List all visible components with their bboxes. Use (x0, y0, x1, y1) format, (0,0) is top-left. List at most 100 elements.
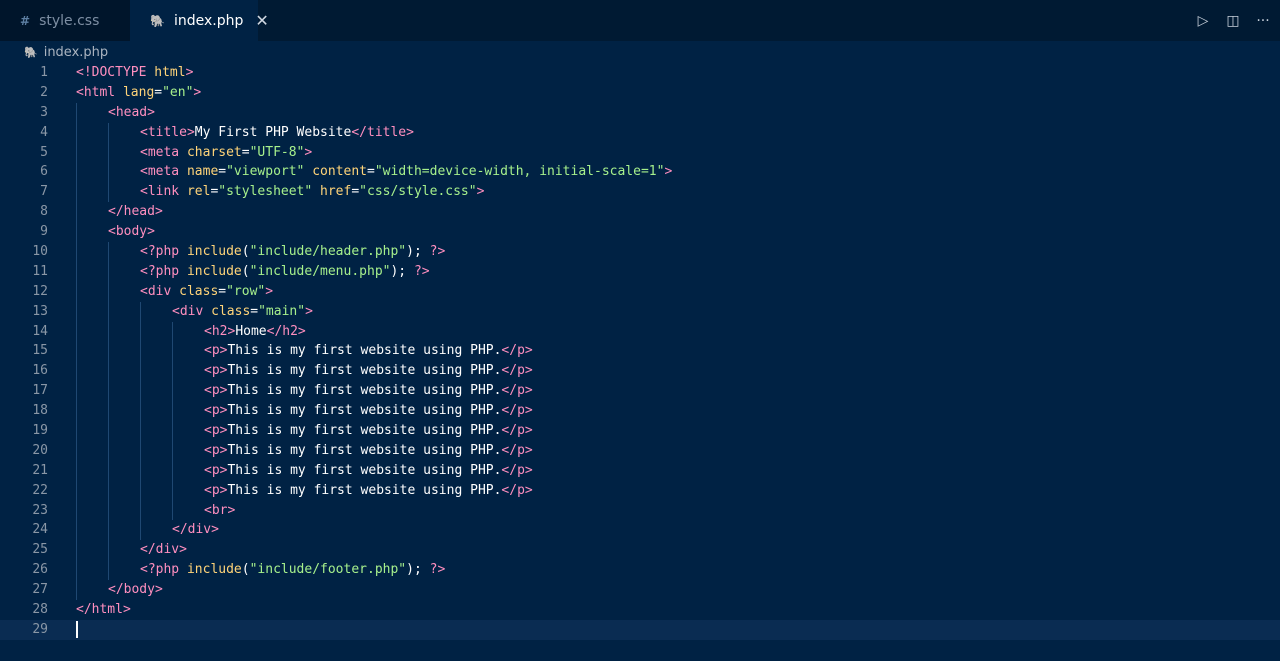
code-token: <link (140, 184, 187, 200)
code-line[interactable]: 9 <body> (0, 222, 1280, 243)
code-line[interactable]: 3 <head> (0, 102, 1280, 123)
code-text: <meta charset="UTF-8"> (140, 143, 312, 163)
code-token: This is my first website using PHP. (227, 343, 502, 359)
code-line[interactable]: 13 <div class="main"> (0, 301, 1280, 322)
indent-guide (140, 440, 141, 461)
code-token: > (664, 164, 673, 180)
code-token: "css/style.css" (359, 184, 477, 200)
indent-guide (172, 440, 173, 461)
code-token: </p> (501, 462, 533, 478)
code-line[interactable]: 26 <?php include("include/footer.php"); ?… (0, 560, 1280, 581)
code-token: </body> (108, 582, 163, 598)
code-line[interactable]: 10 <?php include("include/header.php"); ?… (0, 242, 1280, 262)
code-token: <?php (140, 562, 187, 578)
code-line[interactable]: 1 <!DOCTYPE html> (0, 63, 1280, 83)
indent-guide (76, 281, 77, 302)
tab-index-php[interactable]: 🐘 index.php ✕ (130, 0, 269, 41)
indent-guide (172, 401, 173, 422)
code-token: "row" (226, 283, 266, 299)
php-elephant-icon: 🐘 (24, 45, 38, 59)
code-editor[interactable]: 1 <!DOCTYPE html> 2 <html lang="en"> 3 <head>… (0, 63, 1280, 661)
code-token: Home (235, 323, 267, 339)
code-token: <!DOCTYPE (76, 65, 155, 80)
indent-guide (76, 381, 77, 402)
tab-style-css[interactable]: # style.css (0, 0, 130, 41)
code-token: <p> (204, 462, 228, 478)
code-token: </p> (501, 442, 533, 458)
code-text: <!DOCTYPE html> (76, 63, 193, 83)
code-line[interactable]: 2 <html lang="en"> (0, 83, 1280, 103)
code-token: </p> (501, 403, 533, 419)
indent-guide (108, 460, 109, 481)
close-icon[interactable]: ✕ (255, 12, 268, 29)
code-token: <p> (204, 442, 228, 458)
code-text: <title>My First PHP Website</title> (140, 123, 414, 143)
code-line[interactable]: 5 <meta charset="UTF-8"> (0, 142, 1280, 163)
code-line[interactable]: 11 <?php include("include/menu.php"); ?> (0, 261, 1280, 282)
code-token: </p> (501, 363, 533, 379)
line-number: 15 (32, 343, 48, 359)
code-token: This is my first website using PHP. (227, 423, 502, 439)
line-number: 9 (40, 224, 48, 240)
code-line[interactable]: 4 <title>My First PHP Website</title> (0, 122, 1280, 143)
code-token: <p> (204, 383, 228, 399)
code-line[interactable]: 8 </head> (0, 202, 1280, 223)
code-token: "include/menu.php" (249, 263, 391, 279)
code-text: <html lang="en"> (76, 83, 201, 103)
code-line[interactable]: 27 </body> (0, 580, 1280, 601)
indent-guide (108, 122, 109, 143)
indent-guide (108, 520, 109, 541)
indent-guide (76, 421, 77, 441)
code-text: <br> (204, 501, 235, 521)
code-line[interactable]: 18 <p>This is my first website using PHP.… (0, 401, 1280, 422)
indent-guide (76, 460, 77, 481)
code-line[interactable]: 25 </div> (0, 540, 1280, 561)
code-token: </head> (108, 204, 163, 220)
code-text: <head> (108, 103, 155, 123)
code-line[interactable]: 17 <p>This is my first website using PHP.… (0, 381, 1280, 402)
line-number: 12 (32, 283, 48, 299)
code-token: include (186, 263, 242, 279)
code-line[interactable]: 24 </div> (0, 520, 1280, 541)
line-number: 5 (40, 144, 48, 160)
code-line[interactable]: 16 <p>This is my first website using PHP.… (0, 361, 1280, 382)
code-line[interactable]: 29 (0, 619, 1280, 640)
code-token: </div> (172, 522, 219, 538)
line-number: 4 (40, 124, 48, 140)
code-line[interactable]: 7 <link rel="stylesheet" href="css/style.… (0, 182, 1280, 203)
indent-guide (108, 242, 109, 262)
line-number: 17 (32, 383, 48, 399)
indent-guide (140, 460, 141, 481)
code-token: ?> (429, 244, 446, 260)
line-number: 1 (40, 65, 48, 80)
code-token: "include/header.php" (249, 244, 407, 260)
code-text: <body> (108, 222, 155, 242)
code-line[interactable]: 21 <p>This is my first website using PHP.… (0, 460, 1280, 481)
breadcrumb-file[interactable]: index.php (44, 45, 108, 60)
code-line[interactable]: 20 <p>This is my first website using PHP.… (0, 440, 1280, 461)
more-actions-icon[interactable]: ··· (1252, 10, 1274, 32)
code-line[interactable]: 12 <div class="row"> (0, 281, 1280, 302)
code-line[interactable]: 28 </html> (0, 600, 1280, 620)
indent-guide (172, 321, 173, 342)
code-text: <meta name="viewport" content="width=dev… (140, 162, 672, 182)
line-number: 13 (32, 303, 48, 319)
code-line[interactable]: 6 <meta name="viewport" content="width=de… (0, 162, 1280, 183)
indent-guide (108, 162, 109, 183)
code-line[interactable]: 22 <p>This is my first website using PHP.… (0, 480, 1280, 501)
code-line[interactable]: 15 <p>This is my first website using PHP.… (0, 341, 1280, 362)
code-token: "include/footer.php" (249, 562, 407, 578)
line-number: 27 (32, 582, 48, 598)
code-line[interactable]: 23 <br> (0, 500, 1280, 521)
split-editor-icon[interactable]: ◫ (1222, 10, 1244, 32)
code-token: This is my first website using PHP. (227, 442, 502, 458)
run-debug-icon[interactable]: ▷ (1192, 10, 1214, 32)
code-line[interactable]: 14 <h2>Home</h2> (0, 321, 1280, 342)
indent-guide (172, 341, 173, 362)
code-text: <div class="main"> (172, 302, 313, 322)
indent-guide (76, 401, 77, 422)
indent-guide (140, 321, 141, 342)
code-line[interactable]: 19 <p>This is my first website using PHP.… (0, 421, 1280, 441)
code-text: </head> (108, 202, 163, 222)
code-text: <p>This is my first website using PHP.</… (204, 401, 533, 421)
